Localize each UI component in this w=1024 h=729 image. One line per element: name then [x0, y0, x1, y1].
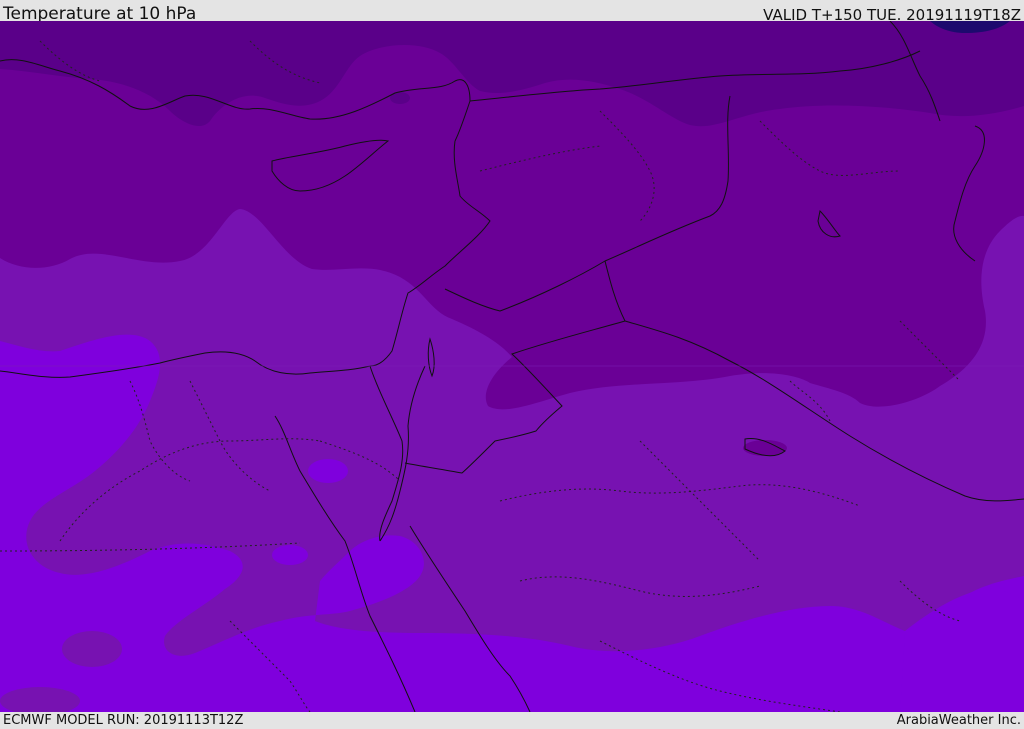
header-bar: Temperature at 10 hPa VALID T+150 TUE. 2…	[0, 0, 1024, 24]
model-run: ECMWF MODEL RUN: 20191113T12Z	[3, 713, 244, 728]
map-panel[interactable]	[0, 21, 1024, 712]
credit: ArabiaWeather Inc.	[896, 713, 1021, 728]
warm-patch-3	[62, 631, 122, 667]
footer-bar: ECMWF MODEL RUN: 20191113T12Z ArabiaWeat…	[0, 712, 1024, 729]
warm-patch-1	[308, 459, 348, 483]
warm-patch-2	[272, 545, 308, 565]
temperature-map	[0, 21, 1024, 712]
